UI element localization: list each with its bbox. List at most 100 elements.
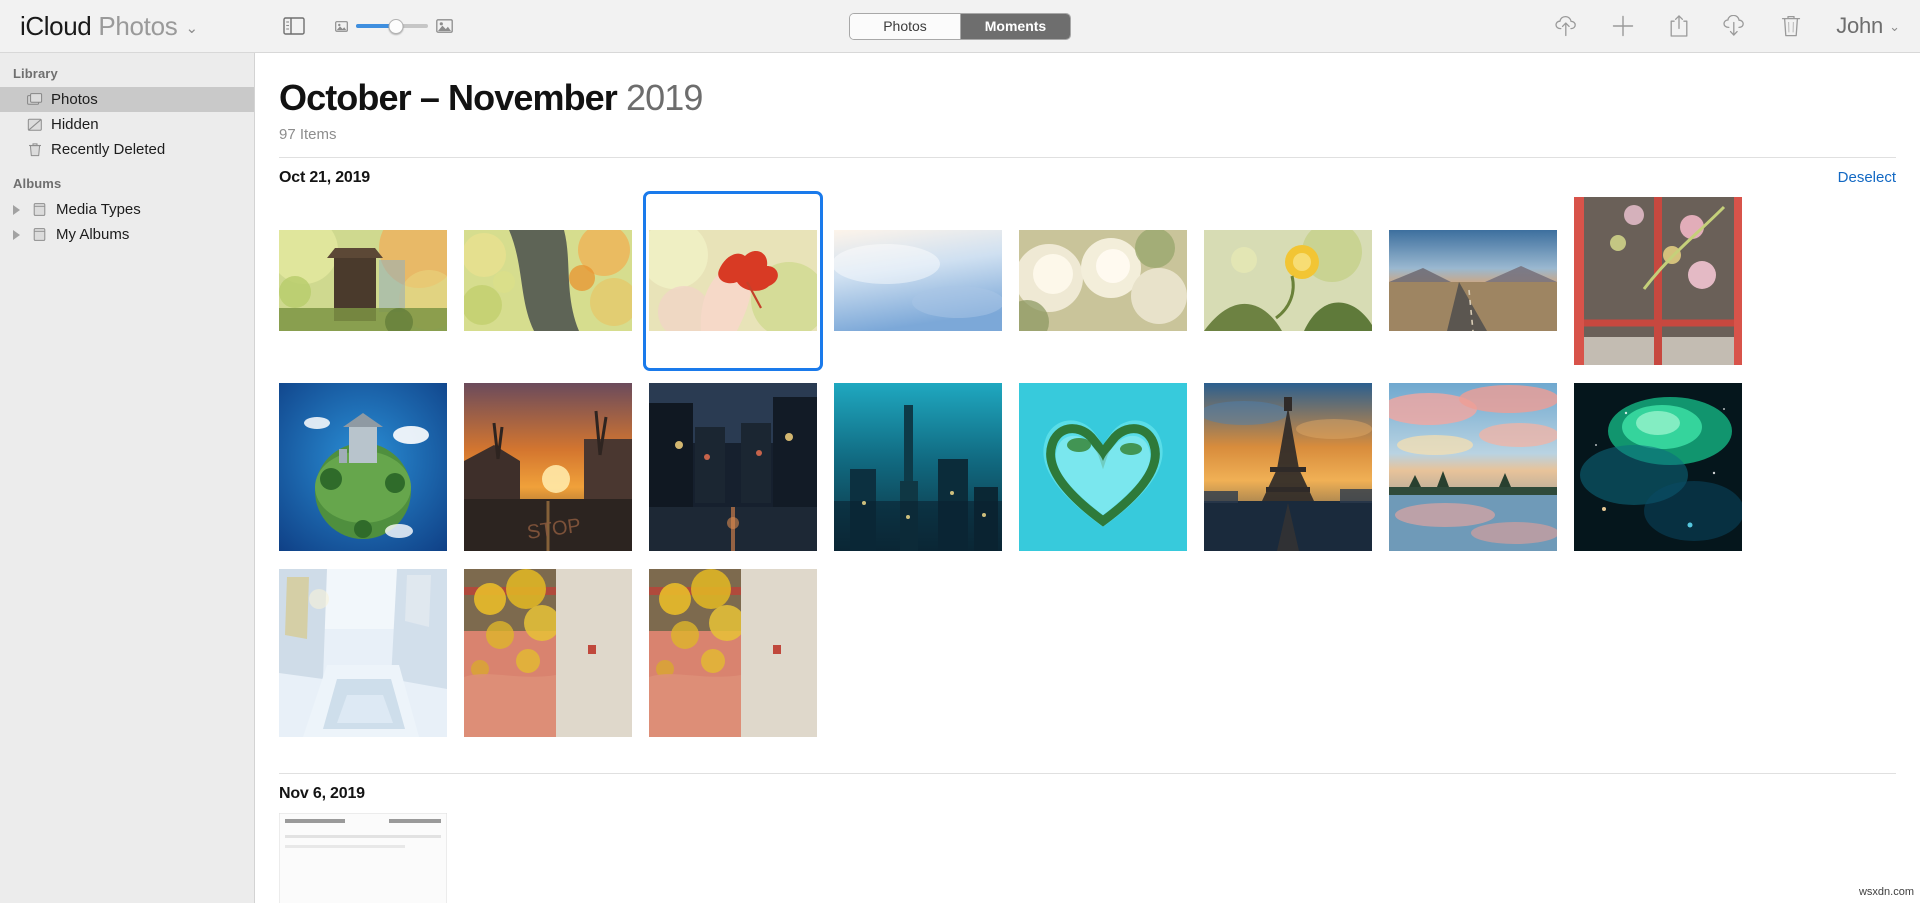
photo-thumbnail: [279, 382, 447, 551]
photo-tile[interactable]: [1574, 382, 1742, 551]
sidebar-section-library: Library: [13, 66, 58, 81]
photo-thumbnail: [1019, 382, 1187, 551]
cloud-download-icon: [1723, 15, 1744, 36]
photo-tile[interactable]: [1019, 197, 1187, 365]
sidebar-item-hidden[interactable]: Hidden: [0, 112, 254, 137]
sidebar-item-photos[interactable]: Photos: [0, 87, 254, 112]
trash-icon: [26, 141, 43, 158]
photo-tile[interactable]: [1574, 196, 1742, 365]
sidebar-toggle-icon: [283, 17, 305, 35]
toolbar-actions: John ⌄: [1552, 11, 1900, 41]
photo-thumbnail: [1019, 230, 1187, 332]
tab-photos[interactable]: Photos: [850, 13, 960, 39]
add-button[interactable]: [1608, 11, 1638, 41]
photo-thumbnail: [834, 230, 1002, 332]
plus-icon: [1612, 15, 1634, 37]
photo-grid-nov-6: [279, 812, 1896, 903]
photo-thumbnail: [649, 230, 817, 332]
large-thumbnail-icon[interactable]: [436, 19, 453, 33]
photo-tile[interactable]: [279, 568, 447, 737]
sidebar-item-my-albums[interactable]: My Albums: [0, 222, 254, 247]
photo-tile[interactable]: [464, 197, 632, 365]
tab-moments[interactable]: Moments: [960, 13, 1070, 39]
photo-thumbnail: [279, 812, 447, 903]
photo-thumbnail: [464, 230, 632, 332]
sidebar-section-albums: Albums: [13, 176, 62, 191]
moment-header-oct-21: Oct 21, 2019 Deselect: [279, 158, 1896, 197]
photo-thumbnail: [1389, 230, 1557, 332]
sidebar: Library Photos Hidden Recently Deleted A…: [0, 53, 255, 903]
app-brand[interactable]: iCloud Photos ⌄: [20, 11, 198, 42]
photo-tile[interactable]: [1204, 382, 1372, 551]
photo-tile[interactable]: [1019, 382, 1187, 551]
hidden-slash-icon: [26, 116, 43, 133]
photos-stack-icon: [26, 91, 43, 108]
sidebar-item-label: My Albums: [56, 226, 130, 243]
photo-tile-selected[interactable]: [643, 190, 823, 371]
photo-thumbnail: [1574, 382, 1742, 551]
app-toolbar: iCloud Photos ⌄ Photos Moments John ⌄: [0, 0, 1920, 53]
sidebar-item-label: Media Types: [56, 201, 141, 218]
share-button[interactable]: [1664, 11, 1694, 41]
page-title: October – November 2019: [279, 79, 1896, 117]
photo-tile[interactable]: [834, 197, 1002, 365]
photo-tile[interactable]: [1389, 197, 1557, 365]
sidebar-toggle-button[interactable]: [280, 14, 308, 38]
moment-date-label: Nov 6, 2019: [279, 784, 365, 802]
brand-photos-label: Photos: [98, 10, 178, 41]
photo-thumbnail: [1204, 382, 1372, 551]
deselect-link[interactable]: Deselect: [1838, 169, 1896, 186]
photo-thumbnail: [834, 382, 1002, 551]
slider-thumb[interactable]: [388, 18, 404, 34]
chevron-right-icon[interactable]: [10, 229, 23, 240]
photo-tile[interactable]: STOP: [464, 382, 632, 551]
cloud-upload-button[interactable]: [1552, 11, 1582, 41]
trash-icon: [1782, 15, 1801, 37]
sidebar-item-label: Recently Deleted: [51, 141, 166, 158]
brand-icloud-label: iCloud: [20, 10, 92, 41]
page-title-year: 2019: [626, 77, 703, 118]
photo-tile[interactable]: [279, 382, 447, 551]
photo-thumbnail: [1204, 230, 1372, 332]
photo-tile[interactable]: [464, 568, 632, 737]
folder-icon: [31, 201, 48, 218]
thumbnail-zoom-group: [335, 18, 453, 34]
photo-tile[interactable]: [649, 382, 817, 551]
moment-header-nov-6: Nov 6, 2019: [279, 774, 1896, 813]
photo-thumbnail: [1389, 382, 1557, 551]
page-title-range: October – November: [279, 77, 618, 118]
photo-tile[interactable]: [649, 568, 817, 737]
photo-thumbnail: [279, 568, 447, 737]
chevron-down-icon: ⌄: [1889, 19, 1900, 34]
photo-thumbnail: [464, 568, 632, 737]
sidebar-item-recently-deleted[interactable]: Recently Deleted: [0, 137, 254, 162]
photo-tile[interactable]: [1389, 382, 1557, 551]
thumbnail-size-slider[interactable]: [356, 18, 429, 34]
photo-tile[interactable]: [279, 812, 447, 903]
photo-tile[interactable]: [279, 197, 447, 365]
photo-tile[interactable]: [834, 382, 1002, 551]
item-count-label: 97 Items: [279, 125, 337, 143]
view-mode-segmented-control[interactable]: Photos Moments: [849, 12, 1071, 40]
delete-button[interactable]: [1776, 11, 1806, 41]
moment-date-label: Oct 21, 2019: [279, 168, 370, 186]
share-icon: [1670, 15, 1688, 37]
watermark-label: wsxdn.com: [1858, 886, 1914, 898]
photo-thumbnail: [1574, 196, 1742, 365]
chevron-right-icon[interactable]: [10, 204, 23, 215]
cloud-download-button[interactable]: [1720, 11, 1750, 41]
photo-thumbnail: [279, 230, 447, 332]
chevron-down-icon: ⌄: [185, 19, 199, 37]
small-thumbnail-icon[interactable]: [335, 20, 348, 32]
account-name-label: John: [1836, 13, 1884, 38]
photo-thumbnail: STOP: [464, 382, 632, 551]
folder-icon: [31, 226, 48, 243]
photo-tile[interactable]: [1204, 197, 1372, 365]
sidebar-item-media-types[interactable]: Media Types: [0, 197, 254, 222]
photo-thumbnail: [649, 568, 817, 737]
photo-grid-oct-21: STOP: [279, 190, 1896, 737]
account-menu[interactable]: John ⌄: [1836, 13, 1900, 39]
sidebar-item-label: Hidden: [51, 116, 99, 133]
photo-thumbnail: [649, 382, 817, 551]
